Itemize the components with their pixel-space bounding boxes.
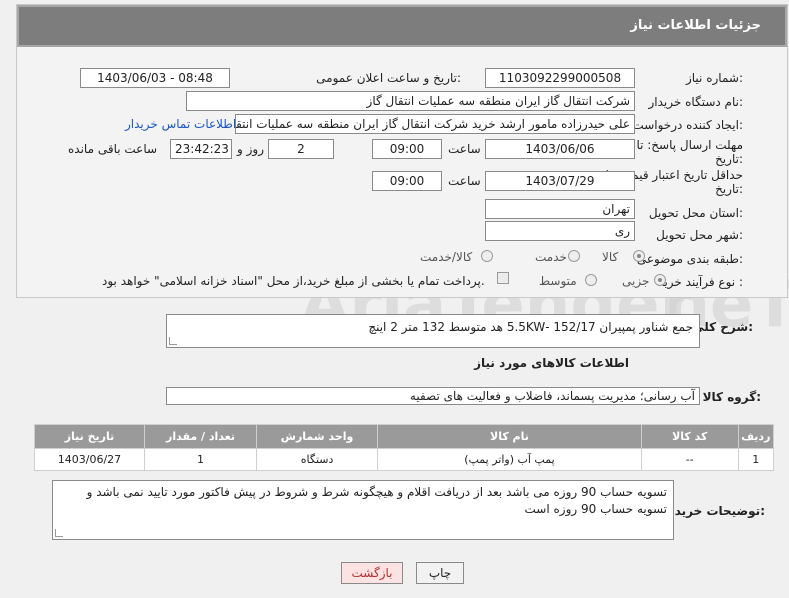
- buyer-label: نام دستگاه خریدار:: [648, 95, 744, 109]
- deadline-date-field: 1403/06/06: [485, 139, 635, 159]
- process-minor-radio[interactable]: [654, 274, 666, 286]
- validity-time-label: ساعت: [448, 174, 481, 188]
- remaining-label: ساعت باقی مانده: [68, 142, 158, 156]
- treasury-checkbox[interactable]: [497, 272, 509, 284]
- col-code: کد کالا: [640, 424, 739, 449]
- col-qty: تعداد / مقدار: [143, 424, 258, 449]
- goods-group-label: گروه کالا:: [702, 390, 761, 404]
- page-title: جزئیات اطلاعات نیاز: [630, 18, 761, 33]
- remaining-time-field: 23:42:23: [170, 139, 232, 159]
- category-goods-service-label: کالا/خدمت: [420, 250, 473, 264]
- col-name: نام کالا: [377, 424, 642, 449]
- province-label: استان محل تحویل:: [648, 206, 743, 220]
- col-date: تاریخ نیاز: [34, 424, 145, 449]
- announce-field: 1403/06/03 - 08:48: [80, 68, 230, 88]
- cell-date: 1403/06/27: [34, 448, 145, 471]
- process-medium-radio[interactable]: [585, 274, 597, 286]
- process-label: نوع فرآیند خرید :: [658, 275, 743, 289]
- validity-time-field: 09:00: [372, 171, 442, 191]
- goods-table: ردیف کد کالا نام کالا واحد شمارش تعداد /…: [34, 424, 775, 471]
- need-description-field: جمع شناور پمپیران 152/17 -5.5KW هد متوسط…: [166, 314, 700, 348]
- resize-handle-icon[interactable]: [55, 529, 63, 537]
- deadline-label-date: تاریخ:: [715, 152, 743, 166]
- col-unit: واحد شمارش: [256, 424, 379, 449]
- validity-date-field: 1403/07/29: [485, 171, 635, 191]
- city-field: ری: [485, 221, 635, 241]
- print-button[interactable]: چاپ: [416, 562, 464, 584]
- city-label: شهر محل تحویل:: [656, 228, 743, 242]
- deadline-label: مهلت ارسال پاسخ: تا: [636, 138, 743, 152]
- need-number-label: شماره نیاز:: [685, 71, 743, 85]
- buyer-description-field: تسویه حساب 90 روزه می باشد بعد از دریافت…: [52, 480, 674, 540]
- need-description-text: جمع شناور پمپیران 152/17 -5.5KW هد متوسط…: [368, 320, 693, 334]
- deadline-days-field: 2: [268, 139, 334, 159]
- resize-handle-icon[interactable]: [169, 337, 177, 345]
- category-goods-label: کالا: [602, 250, 619, 264]
- category-goods-service-radio[interactable]: [481, 250, 493, 262]
- buyer-description-text: تسویه حساب 90 روزه می باشد بعد از دریافت…: [86, 485, 667, 516]
- category-service-radio[interactable]: [568, 250, 580, 262]
- deadline-time-label: ساعت: [448, 142, 481, 156]
- need-number-field: 1103092299000508: [485, 68, 635, 88]
- validity-label-date: تاریخ:: [715, 182, 743, 196]
- announce-label: تاریخ و ساعت اعلان عمومی:: [316, 71, 461, 85]
- creator-label: ایجاد کننده درخواست:: [632, 118, 743, 132]
- buyer-description-label: توضیحات خریدار:: [663, 504, 765, 518]
- category-service-label: خدمت: [535, 250, 567, 264]
- cell-code: --: [640, 448, 739, 471]
- creator-field: علی حیدرزاده مامور ارشد خرید شرکت انتقال…: [235, 114, 635, 134]
- buyer-contact-link[interactable]: اطلاعات تماس خریدار: [125, 117, 236, 131]
- days-label: روز و: [237, 142, 264, 156]
- goods-table-header: ردیف کد کالا نام کالا واحد شمارش تعداد /…: [34, 424, 775, 449]
- province-field: تهران: [485, 199, 635, 219]
- goods-info-title: اطلاعات کالاهای مورد نیاز: [474, 356, 629, 370]
- cell-name: پمپ آب (واتر پمپ): [377, 448, 642, 471]
- category-goods-radio[interactable]: [633, 250, 645, 262]
- cell-qty: 1: [143, 448, 258, 471]
- back-button[interactable]: بازگشت: [341, 562, 403, 584]
- cell-row: 1: [737, 448, 775, 471]
- treasury-note: پرداخت تمام یا بخشی از مبلغ خرید،از محل …: [102, 274, 485, 288]
- panel-header: جزئیات اطلاعات نیاز: [17, 5, 787, 47]
- process-medium-label: متوسط: [539, 274, 577, 288]
- buyer-field: شرکت انتقال گاز ایران منطقه سه عملیات ان…: [186, 91, 635, 111]
- goods-group-field: آب رسانی؛ مدیریت پسماند، فاضلاب و فعالیت…: [166, 387, 700, 405]
- deadline-time-field: 09:00: [372, 139, 442, 159]
- col-row: ردیف: [737, 424, 775, 449]
- process-minor-label: جزیی: [622, 274, 650, 288]
- table-row[interactable]: 1 -- پمپ آب (واتر پمپ) دستگاه 1 1403/06/…: [34, 448, 775, 471]
- cell-unit: دستگاه: [256, 448, 379, 471]
- category-label: طبقه بندی موضوعی:: [636, 252, 743, 266]
